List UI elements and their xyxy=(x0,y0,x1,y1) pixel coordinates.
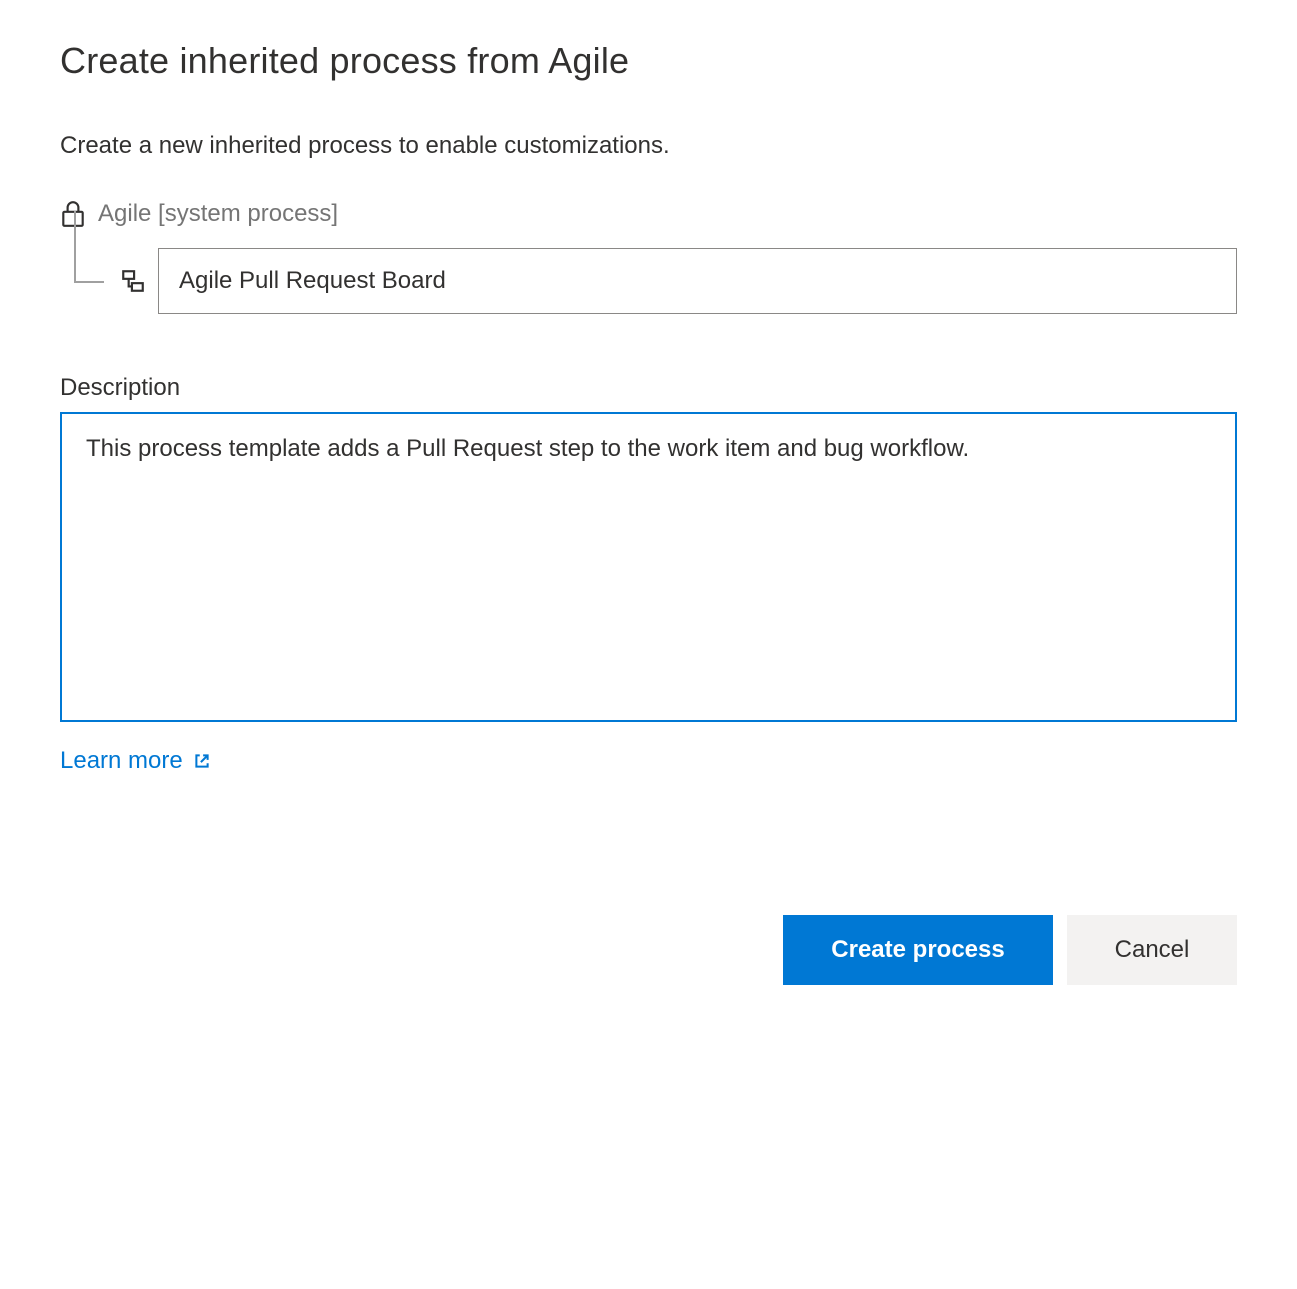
create-process-button[interactable]: Create process xyxy=(783,915,1053,985)
description-label: Description xyxy=(60,374,1237,402)
external-link-icon xyxy=(193,752,211,770)
description-field: Description xyxy=(60,374,1237,727)
description-textarea[interactable] xyxy=(60,412,1237,722)
lock-icon xyxy=(60,200,86,228)
child-process-icon xyxy=(120,268,146,294)
child-process-row xyxy=(60,248,1237,314)
parent-process-row: Agile [system process] xyxy=(60,200,1237,228)
dialog-title: Create inherited process from Agile xyxy=(60,40,1237,82)
cancel-button[interactable]: Cancel xyxy=(1067,915,1237,985)
dialog-button-row: Create process Cancel xyxy=(60,915,1237,985)
learn-more-label: Learn more xyxy=(60,747,183,775)
parent-process-label: Agile [system process] xyxy=(98,200,338,228)
create-inherited-process-dialog: Create inherited process from Agile Crea… xyxy=(60,40,1237,985)
tree-connector xyxy=(60,251,118,311)
process-tree: Agile [system process] xyxy=(60,200,1237,314)
dialog-subtitle: Create a new inherited process to enable… xyxy=(60,132,1237,160)
learn-more-link[interactable]: Learn more xyxy=(60,747,211,775)
process-name-input[interactable] xyxy=(158,248,1237,314)
